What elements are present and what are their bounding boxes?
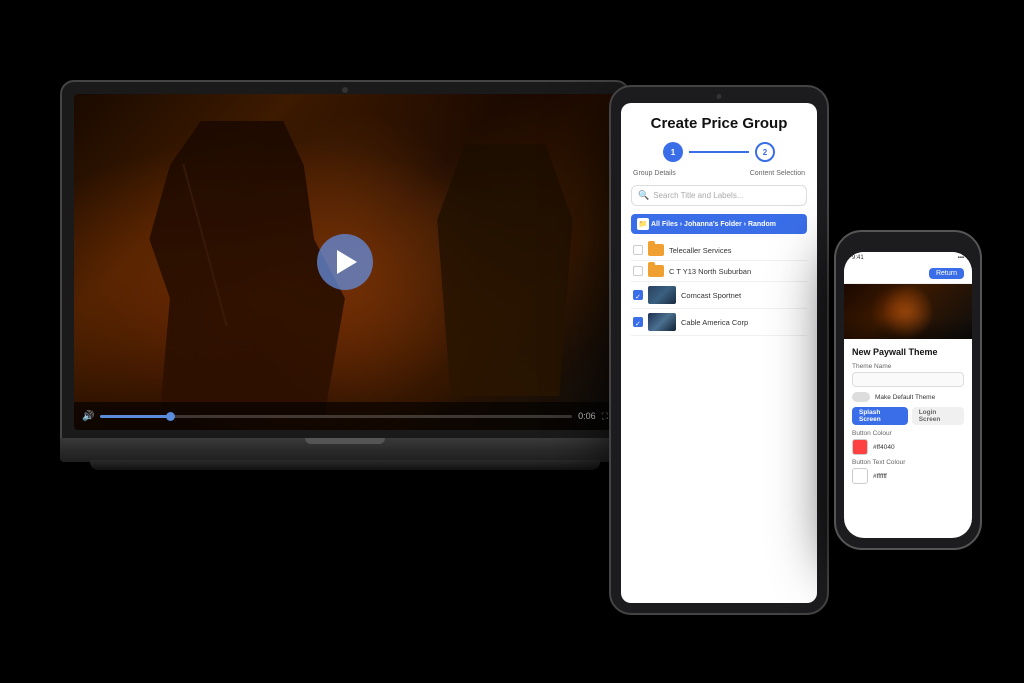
button-text-colour-swatch[interactable]: [852, 468, 868, 484]
file-row[interactable]: ✓ Comcast Sportnet: [631, 282, 807, 309]
return-button[interactable]: Return: [929, 268, 964, 279]
default-theme-toggle-row[interactable]: Make Default Theme: [852, 392, 964, 402]
tablet: Create Price Group 1 2 Group Details Con…: [609, 85, 829, 615]
button-text-colour-label: Button Text Colour: [852, 459, 964, 466]
button-colour-swatch[interactable]: [852, 439, 868, 455]
button-text-colour-row[interactable]: #ffffff: [852, 468, 964, 484]
phone-screen: 9:41 ▪▪▪ Return New Paywall Theme Theme …: [844, 252, 972, 538]
phone-signal-icons: ▪▪▪: [958, 255, 964, 261]
phone-status-bar: 9:41 ▪▪▪: [844, 252, 972, 264]
search-icon: 🔍: [638, 190, 649, 201]
progress-track[interactable]: [100, 415, 572, 418]
file-checkbox-3[interactable]: ✓: [633, 290, 643, 300]
laptop-screen-border: 🔊 0:06 ⛶: [60, 80, 630, 440]
laptop-notch: [305, 438, 385, 444]
phone-time: 9:41: [852, 255, 864, 261]
laptop-base: [60, 438, 630, 462]
file-row[interactable]: Telecaller Services: [631, 240, 807, 261]
step-connector: [689, 151, 749, 153]
button-colour-label: Button Colour: [852, 430, 964, 437]
folder-breadcrumb-icon: 📁: [637, 218, 649, 230]
search-bar[interactable]: 🔍 Search Title and Labels...: [631, 185, 807, 206]
theme-name-input[interactable]: [852, 372, 964, 387]
laptop: 🔊 0:06 ⛶: [60, 80, 630, 500]
default-theme-label: Make Default Theme: [875, 394, 935, 401]
fullscreen-icon[interactable]: ⛶: [602, 411, 608, 422]
button-colour-row[interactable]: #ff4040: [852, 439, 964, 455]
time-label: 0:06: [578, 411, 596, 421]
file-name-1: Telecaller Services: [669, 246, 805, 255]
video-player[interactable]: 🔊 0:06 ⛶: [74, 94, 616, 430]
file-checkbox-1[interactable]: [633, 245, 643, 255]
button-text-colour-value: #ffffff: [873, 473, 887, 480]
file-row[interactable]: ✓ Cable America Corp: [631, 309, 807, 336]
progress-fill: [100, 415, 171, 418]
phone-header: Return: [844, 264, 972, 284]
phone-section-title: New Paywall Theme: [852, 347, 964, 357]
theme-name-label: Theme Name: [852, 363, 964, 370]
file-thumb-3: [648, 286, 676, 304]
folder-icon-1: [648, 244, 664, 256]
laptop-screen: 🔊 0:06 ⛶: [74, 94, 616, 430]
login-screen-tab[interactable]: Login Screen: [912, 407, 964, 425]
breadcrumb-row[interactable]: 📁 All Files › Johanna's Folder › Random: [631, 214, 807, 234]
file-name-3: Comcast Sportnet: [681, 291, 805, 300]
file-list: Telecaller Services C T Y13 North Suburb…: [631, 240, 807, 336]
file-thumb-4: [648, 313, 676, 331]
folder-icon-2: [648, 265, 664, 277]
button-colour-value: #ff4040: [873, 444, 895, 451]
phone-video-thumb: [844, 284, 972, 339]
play-icon: [337, 250, 357, 274]
play-button[interactable]: [317, 234, 373, 290]
stepper-row: 1 2: [631, 142, 807, 162]
step-2-circle: 2: [755, 142, 775, 162]
laptop-camera: [342, 87, 348, 93]
file-name-2: C T Y13 North Suburban: [669, 267, 805, 276]
breadcrumb-text: All Files › Johanna's Folder › Random: [651, 221, 776, 228]
splash-screen-tab[interactable]: Splash Screen: [852, 407, 908, 425]
tablet-content: Create Price Group 1 2 Group Details Con…: [621, 103, 817, 348]
phone: 9:41 ▪▪▪ Return New Paywall Theme Theme …: [834, 230, 982, 550]
search-placeholder: Search Title and Labels...: [653, 191, 743, 200]
phone-content: New Paywall Theme Theme Name Make Defaul…: [844, 339, 972, 496]
file-checkbox-2[interactable]: [633, 266, 643, 276]
step-1-circle: 1: [663, 142, 683, 162]
phone-notch: [883, 232, 933, 250]
video-progress-bar[interactable]: 🔊 0:06 ⛶: [74, 402, 616, 430]
step-2-label: Content Selection: [750, 170, 805, 177]
step-1-label: Group Details: [633, 170, 676, 177]
laptop-foot: [90, 460, 600, 470]
file-checkbox-4[interactable]: ✓: [633, 317, 643, 327]
volume-icon: 🔊: [82, 411, 94, 422]
phone-tab-row: Splash Screen Login Screen: [852, 407, 964, 425]
create-price-group-title: Create Price Group: [631, 115, 807, 132]
tablet-camera: [717, 94, 722, 99]
file-row[interactable]: C T Y13 North Suburban: [631, 261, 807, 282]
default-theme-toggle[interactable]: [852, 392, 870, 402]
step-labels: Group Details Content Selection: [631, 170, 807, 177]
tablet-screen: Create Price Group 1 2 Group Details Con…: [621, 103, 817, 603]
file-name-4: Cable America Corp: [681, 318, 805, 327]
